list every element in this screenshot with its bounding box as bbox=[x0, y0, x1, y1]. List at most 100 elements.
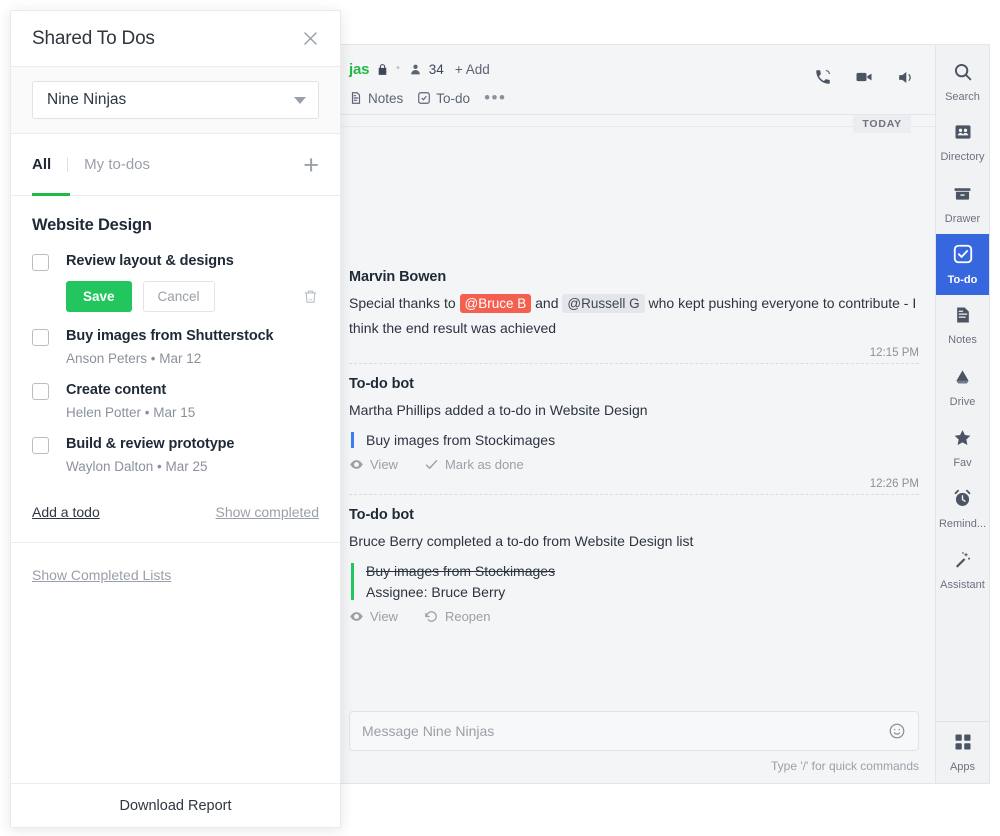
close-icon[interactable] bbox=[301, 29, 320, 48]
rail-bottom: Apps bbox=[936, 721, 989, 783]
drive-icon bbox=[952, 366, 973, 392]
reopen-icon bbox=[424, 609, 439, 624]
directory-icon bbox=[953, 122, 973, 147]
rail-item-search[interactable]: Search bbox=[936, 51, 989, 112]
composer-box[interactable] bbox=[349, 711, 919, 751]
view-action[interactable]: View bbox=[349, 457, 398, 472]
todo-list-links: Add a todo Show completed bbox=[32, 504, 319, 520]
video-icon[interactable] bbox=[854, 67, 874, 87]
todo-meta: Helen Potter • Mar 15 bbox=[66, 405, 196, 420]
search-icon bbox=[952, 61, 973, 87]
member-count: 34 bbox=[428, 61, 444, 77]
panel-header: Shared To Dos bbox=[11, 11, 340, 67]
wand-icon bbox=[952, 549, 973, 575]
todo-checkbox[interactable] bbox=[32, 383, 49, 400]
todo-checkbox[interactable] bbox=[32, 329, 49, 346]
message-author: To-do bot bbox=[349, 376, 414, 392]
todo-checkbox[interactable] bbox=[32, 437, 49, 454]
tab-todo-label: To-do bbox=[436, 90, 471, 106]
trash-icon[interactable] bbox=[302, 288, 319, 305]
show-completed-link[interactable]: Show completed bbox=[215, 504, 319, 520]
view-action-label: View bbox=[370, 609, 398, 624]
todo-meta: Anson Peters • Mar 12 bbox=[66, 351, 202, 366]
message-list: Marvin Bowen Special thanks to @Bruce B … bbox=[333, 137, 935, 703]
rail-item-drawer[interactable]: Drawer bbox=[936, 173, 989, 234]
add-list-button[interactable]: + bbox=[303, 151, 319, 178]
panel-tabs: All My to-dos + bbox=[11, 134, 340, 196]
tab-all[interactable]: All bbox=[32, 156, 51, 173]
speaker-icon[interactable] bbox=[896, 68, 915, 87]
todo-checkbox[interactable] bbox=[32, 254, 49, 271]
reopen-action-label: Reopen bbox=[444, 609, 491, 624]
rail-item-apps[interactable]: Apps bbox=[936, 722, 989, 783]
show-completed-lists-link[interactable]: Show Completed Lists bbox=[11, 543, 192, 607]
shared-todos-panel: Shared To Dos Nine Ninjas All My to-dos … bbox=[10, 10, 341, 828]
chat-window: jas • 34 + Add Notes To-do ••• TODAY Mar… bbox=[332, 44, 936, 784]
cancel-button[interactable]: Cancel bbox=[142, 281, 215, 312]
rail-item-directory[interactable]: Directory bbox=[936, 112, 989, 173]
mention-self[interactable]: @Bruce B bbox=[459, 294, 532, 313]
emoji-icon[interactable] bbox=[888, 722, 906, 740]
mark-as-done-action[interactable]: Mark as done bbox=[424, 457, 524, 472]
rail-item-fav[interactable]: Fav bbox=[936, 417, 989, 478]
todo-item: Review layout & designs Save Cancel bbox=[32, 253, 319, 312]
mention-other[interactable]: @Russell G bbox=[562, 294, 645, 313]
tab-notes[interactable]: Notes bbox=[349, 91, 403, 106]
add-member-button[interactable]: + Add bbox=[455, 62, 490, 77]
right-rail: Search Directory Drawer To-do Notes Driv… bbox=[936, 44, 990, 784]
message-item: Marvin Bowen Special thanks to @Bruce B … bbox=[349, 261, 919, 368]
tab-todo[interactable]: To-do bbox=[417, 91, 470, 106]
view-action[interactable]: View bbox=[349, 609, 398, 624]
rail-label: Fav bbox=[953, 456, 972, 469]
rail-item-notes[interactable]: Notes bbox=[936, 295, 989, 356]
channel-tabs-row: Notes To-do ••• bbox=[349, 88, 919, 108]
rail-item-drive[interactable]: Drive bbox=[936, 356, 989, 417]
tab-my-todos[interactable]: My to-dos bbox=[84, 156, 150, 173]
todo-list-title: Website Design bbox=[32, 216, 152, 234]
todo-label: Buy images from Shutterstock bbox=[66, 328, 274, 344]
rail-label: To-do bbox=[947, 274, 978, 286]
panel-title: Shared To Dos bbox=[32, 27, 155, 49]
call-icon[interactable] bbox=[814, 68, 832, 86]
todo-quote: Buy images from Stockimages bbox=[351, 432, 919, 448]
panel-body: Website Design Review layout & designs S… bbox=[11, 196, 340, 783]
team-select[interactable]: Nine Ninjas bbox=[32, 81, 319, 119]
rail-label: Apps bbox=[949, 761, 976, 773]
todo-row: Review layout & designs bbox=[32, 253, 319, 271]
download-report-button[interactable]: Download Report bbox=[11, 783, 340, 827]
separator-dot: • bbox=[396, 63, 400, 74]
reopen-action[interactable]: Reopen bbox=[424, 609, 491, 624]
add-a-todo-link[interactable]: Add a todo bbox=[32, 504, 100, 520]
composer-hint: Type '/' for quick commands bbox=[771, 759, 919, 773]
message-actions: View Mark as done bbox=[349, 457, 919, 472]
rail-label: Assistant bbox=[940, 578, 985, 591]
person-icon bbox=[409, 63, 422, 76]
more-options-button[interactable]: ••• bbox=[484, 89, 506, 106]
todo-row: Buy images from Shutterstock bbox=[32, 328, 319, 346]
todo-row: Build & review prototype bbox=[32, 436, 319, 454]
message-separator bbox=[349, 363, 919, 364]
message-list-inner: Marvin Bowen Special thanks to @Bruce B … bbox=[333, 143, 935, 628]
eye-icon bbox=[349, 457, 364, 472]
message-text-middle: and bbox=[531, 295, 563, 311]
todo-label: Build & review prototype bbox=[66, 436, 235, 452]
save-button[interactable]: Save bbox=[66, 281, 132, 312]
app-root: jas • 34 + Add Notes To-do ••• TODAY Mar… bbox=[0, 0, 1000, 836]
eye-icon bbox=[349, 609, 364, 624]
notes-icon bbox=[953, 305, 973, 330]
todo-quote-title: Buy images from Stockimages bbox=[366, 563, 556, 579]
message-actions: View Reopen bbox=[349, 609, 919, 624]
lock-icon bbox=[376, 63, 389, 76]
alarm-icon bbox=[952, 488, 973, 514]
rail-items: Search Directory Drawer To-do Notes Driv… bbox=[936, 45, 989, 721]
todo-item: Build & review prototype Waylon Dalton •… bbox=[32, 436, 319, 474]
rail-item-assistant[interactable]: Assistant bbox=[936, 539, 989, 600]
rail-item-todo[interactable]: To-do bbox=[936, 234, 989, 295]
message-input[interactable] bbox=[362, 723, 888, 739]
message-timestamp: 12:15 PM bbox=[869, 347, 919, 359]
rail-item-reminders[interactable]: Remind... bbox=[936, 478, 989, 539]
message-separator bbox=[349, 494, 919, 495]
team-select-value: Nine Ninjas bbox=[47, 91, 127, 108]
download-report-label: Download Report bbox=[119, 797, 232, 814]
